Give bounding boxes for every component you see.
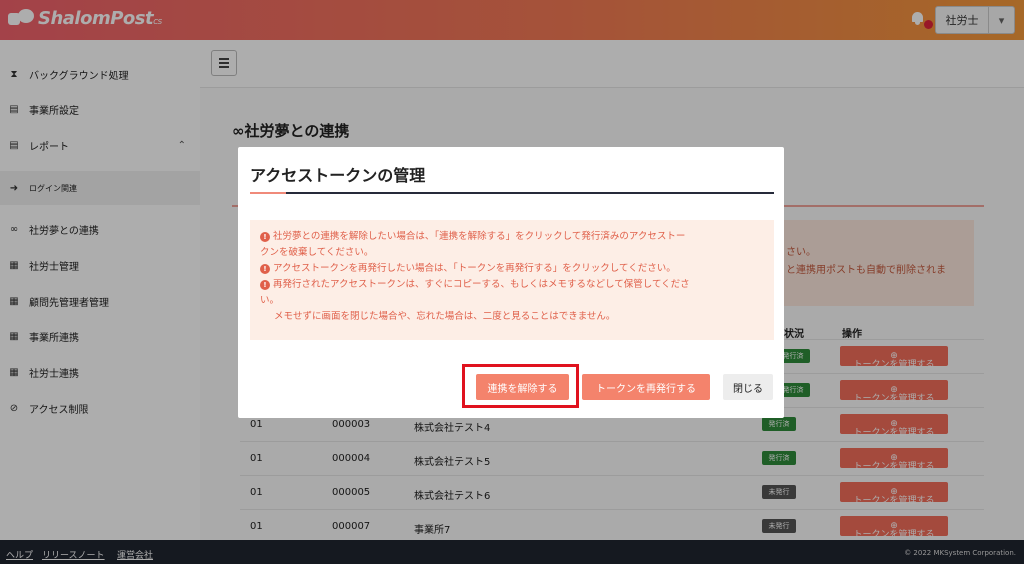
modal-title-accent (250, 192, 286, 194)
alert-line: ! アクセストークンを再発行したい場合は、「トークンを再発行する」をクリックしてく… (260, 261, 764, 277)
highlight-box (462, 364, 579, 408)
close-button[interactable]: 閉じる (723, 374, 773, 400)
alert-line: ! 再発行されたアクセストークンは、すぐにコピーする、もしくはメモするなどして保管… (260, 277, 764, 293)
alert-line: ! 社労夢との連携を解除したい場合は、「連携を解除する」をクリックして発行済みのア… (260, 229, 764, 245)
exclamation-circle-icon: ! (260, 232, 270, 242)
exclamation-circle-icon: ! (260, 280, 270, 290)
alert-line: クンを破棄してください。 (260, 247, 374, 258)
reissue-token-button[interactable]: トークンを再発行する (582, 374, 710, 400)
modal-warning-alert: ! 社労夢との連携を解除したい場合は、「連携を解除する」をクリックして発行済みのア… (250, 220, 774, 340)
alert-line: い。 (260, 295, 280, 306)
modal-title: アクセストークンの管理 (250, 166, 426, 185)
modal-title-divider (250, 192, 774, 194)
alert-line: メモせずに画面を閉じた場合や、忘れた場合は、二度と見ることはできません。 (274, 311, 616, 322)
exclamation-circle-icon: ! (260, 264, 270, 274)
